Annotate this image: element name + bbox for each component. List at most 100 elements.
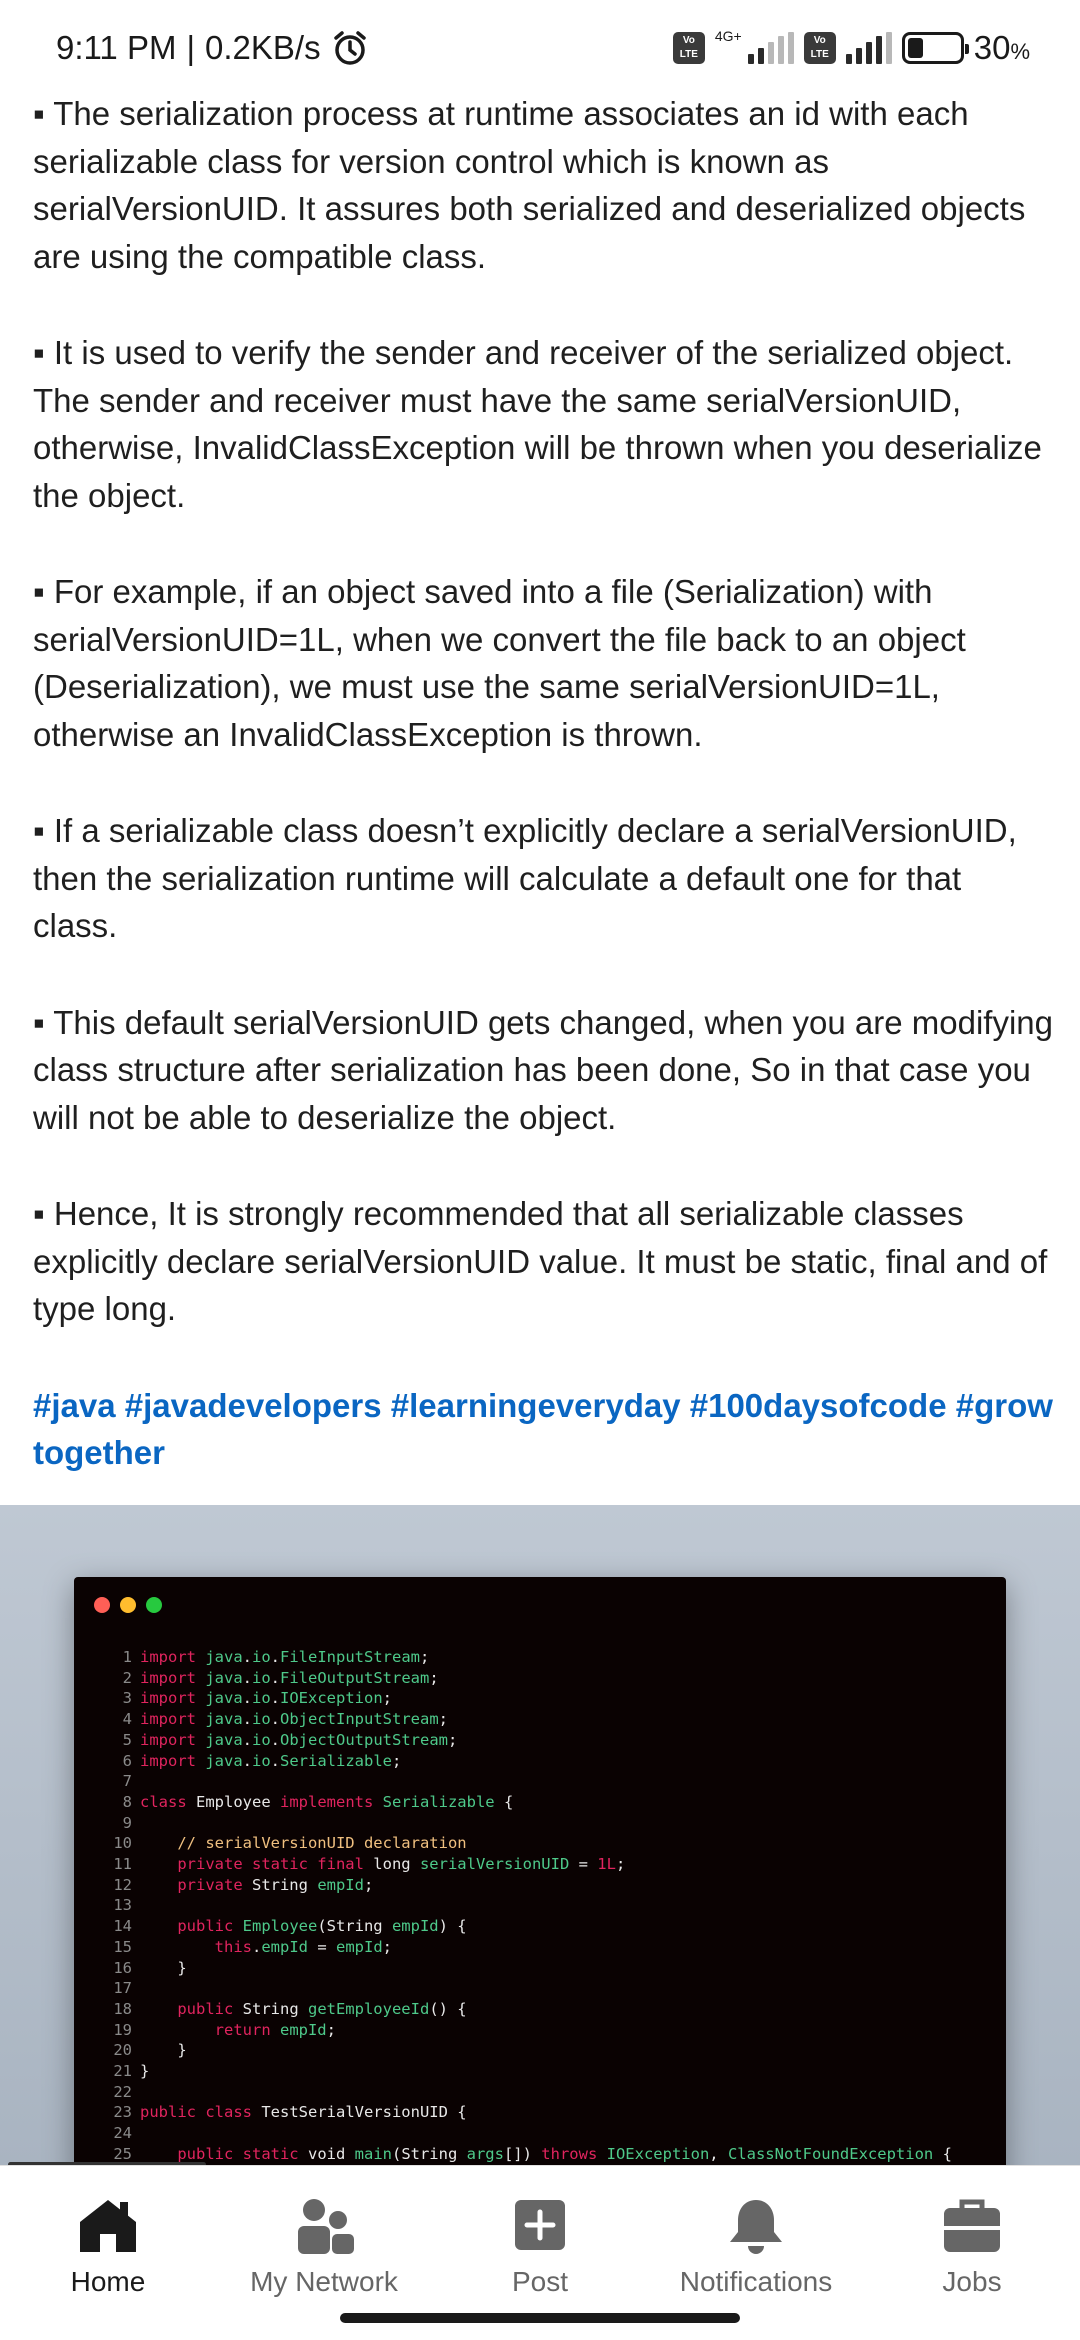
code-token: } xyxy=(140,2062,150,2081)
line-number: 14 xyxy=(113,1917,132,1936)
nav-home[interactable]: Home xyxy=(0,2166,216,2340)
bell-icon xyxy=(724,2196,788,2256)
code-line: 2 import java.io.FileOutputStream; xyxy=(102,1668,952,1689)
code-token: void xyxy=(307,2144,355,2163)
code-token: empId xyxy=(317,1875,364,1894)
code-token: . xyxy=(242,1751,252,1770)
code-line: 14 public Employee(String empId) { xyxy=(102,1916,952,1937)
code-token: . xyxy=(242,1730,252,1749)
code-line: 25 public static void main(String args[]… xyxy=(102,2144,952,2165)
code-line: 6 import java.io.Serializable; xyxy=(102,1751,952,1772)
code-line: 23 public class TestSerialVersionUID { xyxy=(102,2102,952,2123)
line-number: 2 xyxy=(122,1668,132,1687)
close-dot xyxy=(94,1597,110,1613)
code-token: ObjectOutputStream xyxy=(280,1730,448,1749)
code-token: import xyxy=(140,1668,206,1687)
volte-icon-2: Vo LTE xyxy=(803,32,836,64)
code-token: import xyxy=(140,1648,206,1666)
post-plus-icon xyxy=(508,2196,572,2256)
line-number: 19 xyxy=(113,2020,132,2039)
line-number: 16 xyxy=(113,1958,132,1977)
code-token: this xyxy=(214,1937,252,1956)
line-number: 5 xyxy=(122,1730,132,1749)
code-token: public class xyxy=(140,2103,262,2122)
code-token: . xyxy=(242,1710,252,1729)
code-token: import xyxy=(140,1710,206,1729)
home-icon xyxy=(76,2196,140,2256)
code-token: return xyxy=(214,2020,280,2039)
post-paragraph: ▪ For example, if an object saved into a… xyxy=(33,573,966,753)
line-number: 8 xyxy=(122,1792,132,1811)
code-token: } xyxy=(140,2041,187,2060)
code-token: . xyxy=(270,1668,281,1687)
code-token: FileOutputStream xyxy=(280,1668,430,1687)
code-token: Employee xyxy=(242,1917,318,1936)
line-number: 20 xyxy=(113,2041,132,2060)
code-line: 11 private static final long serialVersi… xyxy=(102,1854,952,1875)
code-token: throws xyxy=(541,2144,607,2163)
code-token: class xyxy=(140,1792,196,1811)
code-token: ) { xyxy=(438,1917,467,1936)
code-line: 24 xyxy=(102,2123,952,2144)
line-number: 13 xyxy=(113,1896,132,1915)
code-token: io xyxy=(252,1648,271,1666)
code-token: import xyxy=(140,1730,206,1749)
line-number: 7 xyxy=(122,1772,132,1791)
code-token: ObjectInputStream xyxy=(280,1710,439,1729)
code-line: 9 xyxy=(102,1813,952,1834)
code-token: (String xyxy=(391,2144,467,2163)
status-time: 9:11 PM xyxy=(56,29,177,66)
code-token: args xyxy=(466,2144,504,2163)
nav-jobs[interactable]: Jobs xyxy=(864,2166,1080,2340)
post-paragraph: ▪ Hence, It is strongly recommended that… xyxy=(33,1195,1048,1327)
nav-label: Post xyxy=(511,2266,569,2297)
line-number: 23 xyxy=(113,2103,132,2122)
code-token: ; xyxy=(420,1648,430,1666)
battery-percent: 30% xyxy=(973,29,1030,66)
window-dots xyxy=(94,1597,162,1613)
code-token: empId xyxy=(391,1917,439,1936)
code-token: = xyxy=(308,1937,336,1956)
code-token: Serializable xyxy=(280,1751,392,1770)
code-token: . xyxy=(242,1648,252,1666)
code-token: () { xyxy=(429,1999,467,2018)
code-token: Serializable xyxy=(382,1792,504,1811)
code-token: public static xyxy=(177,2144,308,2163)
code-line: 3 import java.io.IOException; xyxy=(102,1688,952,1709)
home-gesture-bar[interactable] xyxy=(340,2313,740,2323)
code-token: . xyxy=(270,1689,281,1708)
code-token: io xyxy=(252,1751,271,1770)
code-token: . xyxy=(270,1751,281,1770)
post-image[interactable]: 1 import java.io.FileInputStream; 2 import … xyxy=(0,1505,1080,2165)
code-line: 19 return empId; xyxy=(102,2020,952,2041)
line-number: 21 xyxy=(113,2062,132,2081)
line-number: 24 xyxy=(113,2124,132,2143)
code-token: java xyxy=(205,1751,243,1770)
line-number: 4 xyxy=(122,1710,132,1729)
signal-icon-2 xyxy=(845,32,892,64)
code-line: 20 } xyxy=(102,2040,952,2061)
code-token: io xyxy=(252,1710,271,1729)
line-number: 15 xyxy=(113,1937,132,1956)
code-line: 15 this.empId = empId; xyxy=(102,1937,952,1958)
code-token: ; xyxy=(363,1875,374,1894)
line-number: 3 xyxy=(122,1689,132,1708)
code-line: 1 import java.io.FileInputStream; xyxy=(102,1647,952,1668)
briefcase-icon xyxy=(940,2196,1004,2256)
code-token: java xyxy=(205,1648,243,1666)
code-token: . xyxy=(242,1689,252,1708)
line-number: 22 xyxy=(113,2082,132,2101)
hashtags-link[interactable]: #java #javadevelopers #learningeveryday … xyxy=(33,1382,1053,1477)
code-token: ClassNotFoundException xyxy=(727,2144,934,2163)
code-token: io xyxy=(252,1668,271,1687)
code-line: 7 xyxy=(102,1771,952,1792)
code-token: ; xyxy=(392,1751,402,1770)
code-token: empId xyxy=(279,2020,327,2039)
nav-label: Home xyxy=(70,2266,146,2297)
line-number: 11 xyxy=(113,1855,132,1874)
code-token: ; xyxy=(326,2020,336,2039)
code-token: } xyxy=(140,1958,187,1977)
